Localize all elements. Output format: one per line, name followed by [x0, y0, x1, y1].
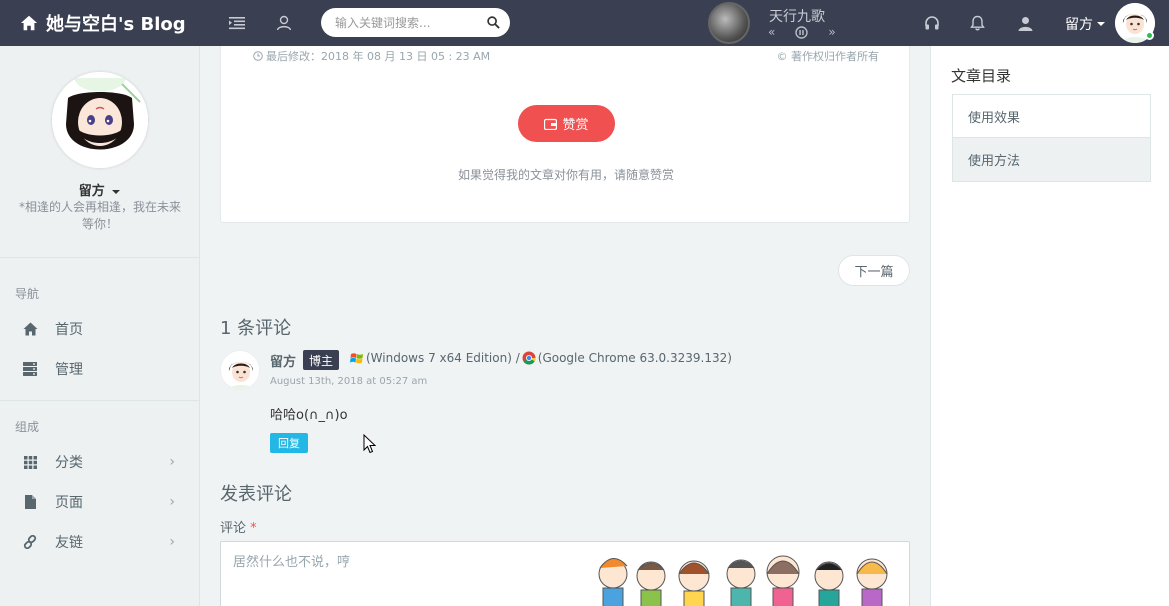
author-badge: 博主 — [303, 350, 340, 370]
sidebar-item-category[interactable]: 分类 › — [0, 442, 199, 482]
search-box — [321, 8, 510, 37]
next-post-button[interactable]: 下一篇 — [838, 255, 910, 286]
comment-form-title: 发表评论 — [220, 484, 292, 505]
online-status-dot — [1145, 31, 1154, 40]
chevron-right-icon: › — [169, 534, 175, 550]
search-icon[interactable] — [487, 16, 500, 29]
user-icon[interactable] — [1015, 13, 1035, 33]
sidebar-item-label: 分类 — [55, 455, 83, 471]
reward-label: 赞赏 — [562, 117, 589, 132]
divider — [0, 400, 199, 401]
music-title: 天行九歌 — [769, 9, 825, 25]
profile-name: 留方 — [78, 184, 105, 199]
comment-browser: (Google Chrome 63.0.3239.132) — [537, 351, 732, 365]
comment-date: August 13th, 2018 at 05:27 am — [270, 376, 428, 387]
headphones-icon[interactable] — [922, 13, 942, 33]
brand-title: 她与空白's Blog — [46, 14, 186, 35]
server-icon — [22, 361, 38, 377]
sidebar-item-pages[interactable]: 页面 › — [0, 482, 199, 522]
required-mark: * — [250, 521, 257, 536]
post-footer-card: 最后修改：2018 年 08 月 13 日 05 : 23 AM © 著作权归作… — [220, 46, 910, 223]
user-outline-icon[interactable] — [274, 13, 294, 33]
music-controls: « » — [768, 25, 836, 39]
sidebar-item-links[interactable]: 友链 › — [0, 522, 199, 562]
wallet-icon — [544, 118, 558, 130]
prev-track-icon[interactable]: « — [768, 25, 775, 39]
left-sidebar: 留方 *相逢的人会再相逢，我在未来等你！ 导航 首页 管理 组成 分类 › 页面… — [0, 46, 200, 606]
group-header: 组成 — [15, 420, 40, 434]
search-input[interactable] — [335, 15, 487, 30]
toc-item-effect[interactable]: 使用效果 — [953, 95, 1150, 138]
reply-button[interactable]: 回复 — [270, 433, 308, 453]
comment-author[interactable]: 留方 — [270, 351, 296, 370]
sidebar-item-label: 页面 — [55, 495, 83, 511]
last-modified: 最后修改：2018 年 08 月 13 日 05 : 23 AM — [253, 48, 490, 64]
grid-icon — [22, 454, 38, 470]
clock-icon — [253, 51, 263, 61]
top-navbar: 她与空白's Blog 天行九歌 « » 留方 — [0, 0, 1169, 46]
comment-box — [220, 541, 910, 606]
chrome-icon — [522, 351, 536, 365]
user-name: 留方 — [1065, 17, 1093, 33]
sidebar-item-home[interactable]: 首页 — [0, 309, 199, 349]
chevron-down-icon — [112, 189, 121, 194]
copyright-notice: © 著作权归作者所有 — [776, 50, 880, 63]
bell-icon[interactable] — [967, 13, 987, 33]
toc-panel: 文章目录 使用效果 使用方法 — [930, 46, 1169, 606]
toc-item-usage[interactable]: 使用方法 — [953, 138, 1150, 181]
profile-section: 留方 *相逢的人会再相逢，我在未来等你！ — [0, 46, 199, 258]
user-dropdown[interactable]: 留方 — [1065, 14, 1105, 34]
reward-hint: 如果觉得我的文章对你有用，请随意赞赏 — [457, 168, 674, 182]
profile-avatar[interactable] — [52, 72, 148, 168]
sidebar-item-label: 友链 — [55, 535, 83, 551]
mouse-cursor-icon — [363, 434, 377, 454]
reward-button[interactable]: 赞赏 — [518, 105, 615, 142]
chevron-down-icon — [1097, 22, 1105, 26]
comment-user-agent: (Windows 7 x64 Edition) / (Google Chrome… — [350, 351, 732, 365]
pause-icon[interactable] — [795, 25, 809, 39]
main-content: 最后修改：2018 年 08 月 13 日 05 : 23 AM © 著作权归作… — [200, 46, 930, 606]
sidebar-item-label: 管理 — [55, 362, 83, 378]
comment-os: (Windows 7 x64 Edition) / — [366, 351, 520, 365]
file-icon — [22, 494, 38, 510]
field-label-text: 评论 — [220, 521, 247, 536]
chevron-right-icon: › — [169, 494, 175, 510]
music-cover[interactable] — [708, 2, 750, 44]
home-icon — [20, 15, 38, 31]
profile-motto: *相逢的人会再相逢，我在未来等你！ — [18, 200, 181, 231]
profile-name-dropdown[interactable]: 留方 — [0, 180, 199, 199]
home-icon — [22, 321, 38, 337]
next-track-icon[interactable]: » — [828, 25, 835, 39]
link-icon — [22, 534, 38, 550]
comments-title: 1 条评论 — [220, 318, 292, 339]
sidebar-item-manage[interactable]: 管理 — [0, 349, 199, 389]
comment-textarea[interactable] — [221, 542, 909, 606]
menu-toggle-icon[interactable] — [227, 13, 247, 33]
toc-list: 使用效果 使用方法 — [952, 94, 1151, 182]
comment-avatar[interactable] — [220, 350, 260, 390]
nav-header: 导航 — [15, 287, 40, 301]
toc-title: 文章目录 — [951, 67, 1012, 85]
sidebar-item-label: 首页 — [55, 322, 83, 338]
brand-link[interactable]: 她与空白's Blog — [20, 0, 186, 46]
last-modified-text: 最后修改：2018 年 08 月 13 日 05 : 23 AM — [266, 50, 491, 63]
comment-field-label: 评论 * — [220, 517, 257, 536]
windows-icon — [350, 352, 363, 363]
chevron-right-icon: › — [169, 454, 175, 470]
comment-body: 哈哈o(∩_∩)o — [270, 408, 348, 423]
